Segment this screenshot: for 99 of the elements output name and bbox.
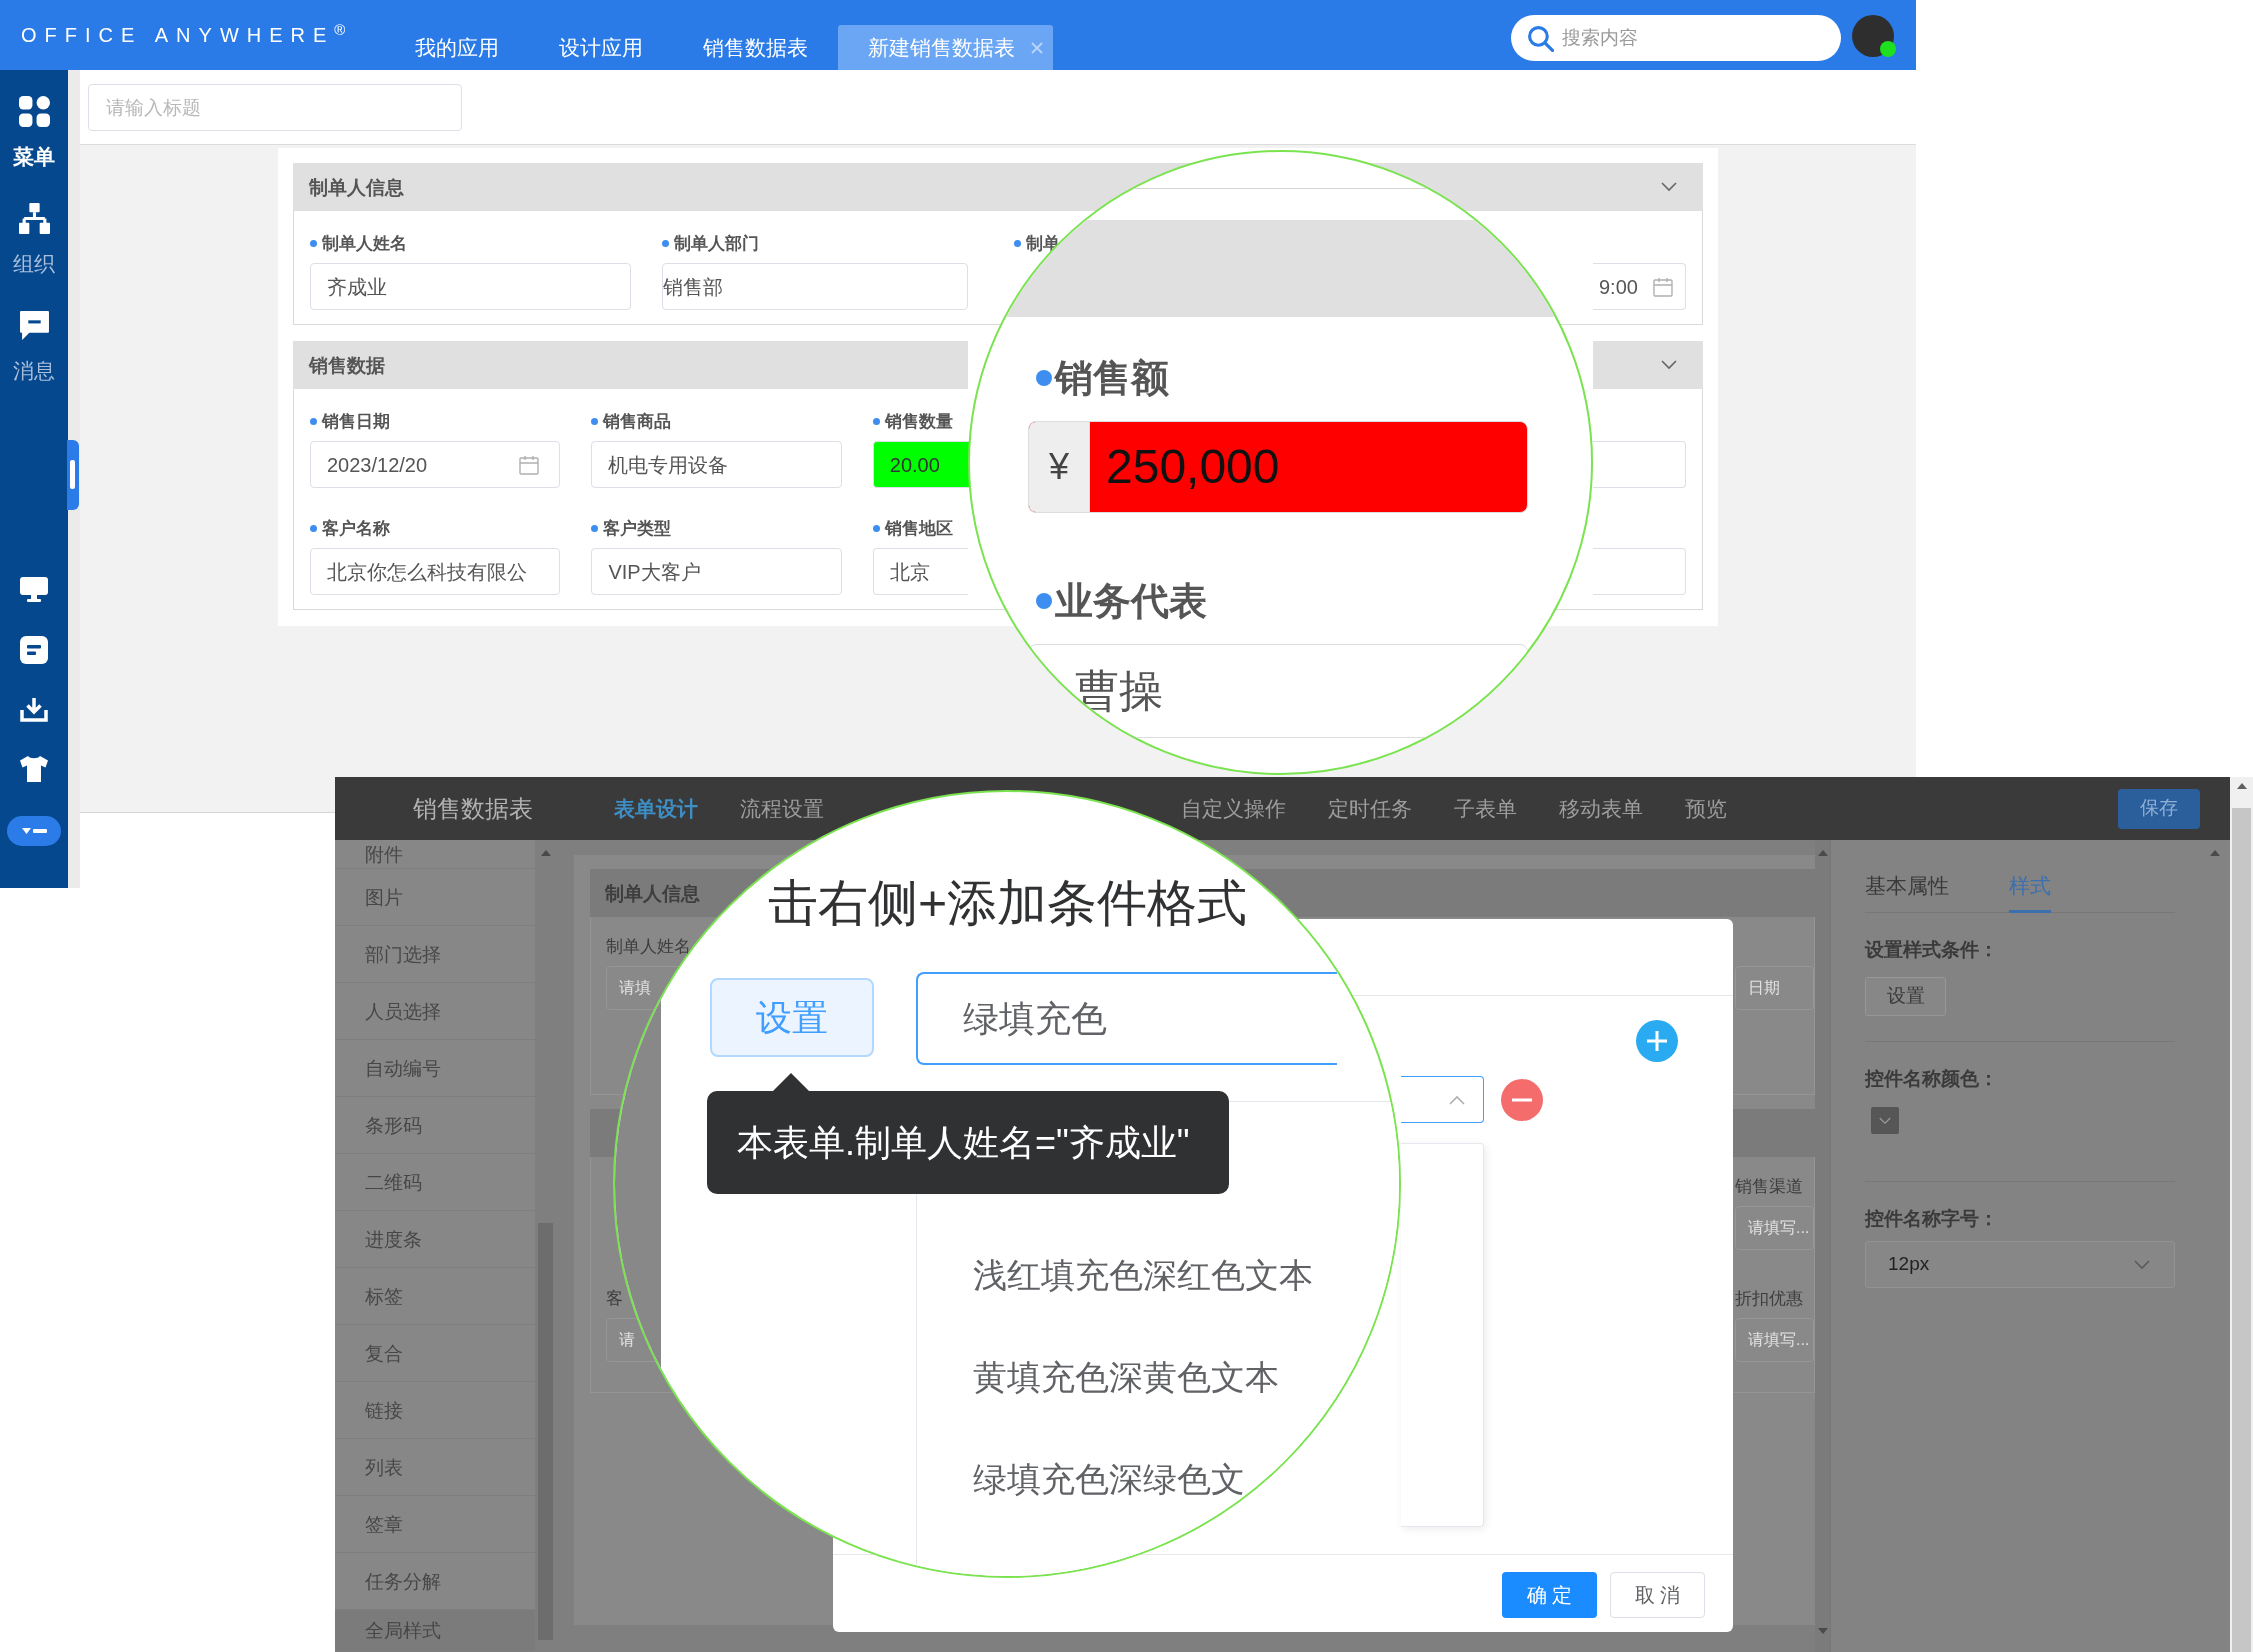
calendar-icon[interactable]: [519, 454, 540, 475]
sidebar-item[interactable]: 菜单: [13, 96, 55, 167]
dialog-title: 击右侧+添加条件格式: [768, 878, 1248, 928]
input-field[interactable]: 请填写...: [1735, 1206, 1814, 1250]
field-label: 销售额: [1055, 359, 1169, 397]
tooltip: 本表单.制单人姓名="齐成业": [707, 1073, 1229, 1194]
nav-tab[interactable]: 销售数据表: [673, 25, 838, 70]
section-title: 销售数据: [309, 355, 385, 375]
search-field[interactable]: 搜索内容: [1511, 15, 1841, 61]
input-field[interactable]: 北京你怎么科技有限公: [310, 548, 561, 595]
logo: OFFICE ANYWHERE$^{®}$: [21, 25, 354, 45]
set-style-button[interactable]: 设置: [1865, 977, 1946, 1016]
input-field[interactable]: VIP大客户: [591, 548, 842, 595]
currency-prefix: ¥: [1029, 422, 1090, 512]
confirm-button[interactable]: 确 定: [1502, 1572, 1597, 1618]
color-picker[interactable]: [1871, 1107, 1899, 1134]
grid-icon: [18, 96, 50, 127]
designer-tab[interactable]: 自定义操作: [1181, 798, 1286, 819]
designer-title: 销售数据表: [413, 796, 533, 821]
designer-tab[interactable]: 子表单: [1454, 798, 1517, 819]
title-input[interactable]: 请输入标题: [88, 84, 462, 131]
message-icon: [18, 310, 50, 341]
input-field[interactable]: 齐成业: [310, 263, 631, 310]
dropdown-option[interactable]: 绿填充色深绿色文: [973, 1462, 1245, 1496]
designer-tab[interactable]: 预览: [1685, 798, 1727, 819]
chevron-down-icon: [1879, 1116, 1891, 1125]
download-icon[interactable]: [20, 698, 48, 722]
condition-button[interactable]: 设置: [710, 978, 874, 1057]
input-field[interactable]: 请填写...: [1735, 1318, 1814, 1362]
save-button[interactable]: 保存: [2118, 788, 2200, 829]
scroll-up-icon[interactable]: [2210, 850, 2220, 856]
chevron-down-icon[interactable]: [1661, 360, 1677, 370]
dropdown-option[interactable]: 浅红填充色深红色文本: [973, 1258, 1313, 1292]
scroll-up-icon[interactable]: [540, 850, 551, 856]
search-icon: [1527, 25, 1554, 52]
input-field[interactable]: 北京: [872, 548, 968, 595]
field-label: 制单人姓名: [606, 937, 691, 955]
add-button[interactable]: [1636, 1020, 1678, 1062]
shirt-icon[interactable]: [20, 756, 48, 782]
designer-tab[interactable]: 移动表单: [1559, 798, 1643, 819]
chevron-down-icon: [2134, 1259, 2150, 1270]
field-label: 折扣优惠: [1735, 1289, 1803, 1307]
sidebar-item[interactable]: 消息: [13, 310, 55, 381]
section-header[interactable]: 销售数据: [293, 341, 968, 389]
minus-icon: [1512, 1097, 1532, 1102]
field-label: 销售渠道: [1735, 1177, 1803, 1195]
dropdown-option[interactable]: 黄填充色深黄色文本: [973, 1360, 1279, 1394]
input-field[interactable]: 20.00: [872, 441, 969, 488]
avatar[interactable]: [1852, 15, 1894, 57]
sidebar-item[interactable]: 组织: [13, 203, 55, 274]
condition-select[interactable]: [1401, 1076, 1484, 1123]
scrollbar[interactable]: [2230, 777, 2253, 1652]
sidebar-handle[interactable]: [67, 440, 79, 510]
field-label: 销售数量: [884, 412, 953, 430]
field-label: 销售日期: [322, 412, 390, 430]
input-field[interactable]: 9:00: [1593, 263, 1686, 310]
scroll-up-icon[interactable]: [2236, 783, 2247, 789]
property-label: 控件名称颜色：: [1865, 1068, 1998, 1088]
field-label: 客户类型: [603, 519, 672, 537]
nav-tab[interactable]: 新建销售数据表: [838, 25, 1053, 70]
designer-tab[interactable]: 表单设计: [614, 798, 698, 819]
field-label: 客: [606, 1289, 623, 1307]
input-field[interactable]: 日期: [1735, 966, 1814, 1010]
input-field[interactable]: 2023/12/20: [310, 441, 561, 488]
font-size-select[interactable]: 12px: [1865, 1241, 2175, 1288]
nav-tab[interactable]: 我的应用: [385, 25, 529, 70]
nav-tab[interactable]: 设计应用: [529, 25, 673, 70]
scrollbar-thumb[interactable]: [2232, 808, 2251, 1652]
section-title: 制单人信息: [605, 883, 700, 903]
scrollbar[interactable]: [535, 840, 556, 1652]
field-label: 销售商品: [603, 412, 672, 430]
scrollbar[interactable]: [1815, 840, 1830, 1652]
field-label: 制单人姓名: [322, 234, 407, 252]
panel-tab[interactable]: 基本属性: [1865, 875, 1949, 913]
field-label: 业务代表: [1055, 582, 1207, 620]
input-field[interactable]: 销售部: [661, 263, 968, 310]
scroll-down-icon[interactable]: [1817, 1628, 1828, 1634]
field-label: 制单人部门: [673, 234, 759, 252]
monitor-icon[interactable]: [20, 577, 48, 602]
property-label: 设置样式条件：: [1865, 939, 1998, 959]
input-field[interactable]: ¥ 250,000: [1028, 421, 1528, 513]
remove-button[interactable]: [1501, 1078, 1543, 1121]
org-chart-icon: [18, 203, 50, 234]
field-label: 客户名称: [322, 519, 390, 537]
style-field[interactable]: 绿填充色: [916, 972, 1337, 1065]
plus-icon: [1647, 1031, 1667, 1051]
designer-tab[interactable]: 定时任务: [1328, 798, 1412, 819]
toggle-icon[interactable]: [7, 816, 61, 846]
designer-tab[interactable]: 流程设置: [740, 798, 824, 819]
cancel-button[interactable]: 取 消: [1610, 1572, 1705, 1618]
section-title: 制单人信息: [309, 177, 404, 197]
close-icon[interactable]: [1031, 41, 1043, 54]
document-icon[interactable]: [20, 636, 48, 664]
property-label: 控件名称字号：: [1865, 1208, 1998, 1228]
field-label: 销售地区: [884, 519, 953, 537]
chevron-up-icon: [1449, 1094, 1465, 1105]
calendar-icon[interactable]: [1653, 276, 1673, 297]
input-field[interactable]: 机电专用设备: [591, 441, 842, 488]
chevron-down-icon[interactable]: [1661, 182, 1677, 192]
